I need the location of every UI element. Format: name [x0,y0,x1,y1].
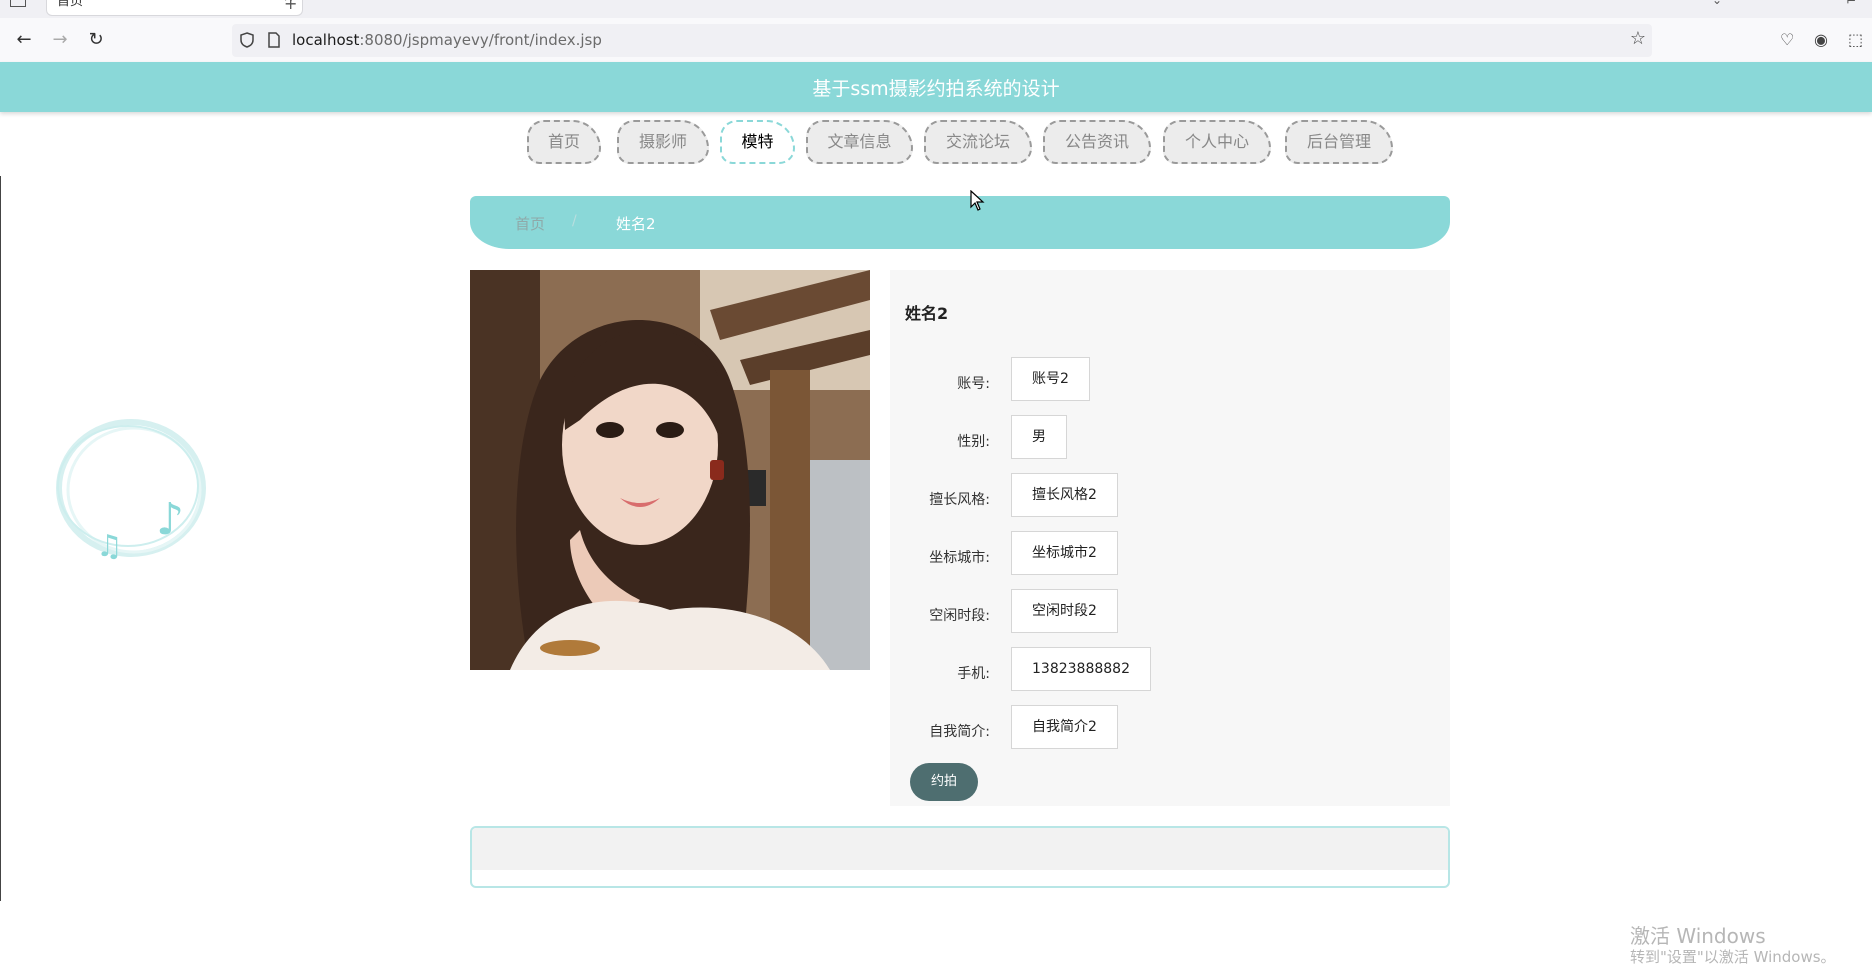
nav-item-model[interactable]: 模特 [720,120,795,164]
model-detail-panel: 姓名2 账号: 账号2 性别: 男 擅长风格: 擅长风格2 坐标城市: 坐标城市… [890,270,1450,806]
browser-tab[interactable]: 首页 × [46,0,303,16]
browser-tab-strip: 首页 × + ⌄ ⌐ [0,0,1872,18]
nav-label: 摄影师 [638,132,687,151]
bottom-content-box [470,826,1450,888]
new-tab-button[interactable]: + [284,0,297,13]
account-icon[interactable]: ◉ [1814,30,1828,49]
address-bar[interactable]: localhost:8080/jspmayevy/front/index.jsp… [232,24,1652,57]
chevron-down-icon[interactable]: ⌄ [1712,0,1722,7]
nav-item-personal-center[interactable]: 个人中心 [1163,120,1271,164]
bookmark-star-icon[interactable]: ☆ [1630,28,1646,49]
nav-label: 首页 [547,132,580,151]
breadcrumb: 首页 / 姓名2 [470,196,1450,249]
breadcrumb-home-link[interactable]: 首页 [515,213,545,234]
back-icon[interactable]: ← [10,26,38,54]
model-photo [470,270,870,670]
breadcrumb-separator: / [572,213,577,229]
nav-item-articles[interactable]: 文章信息 [806,120,913,164]
url-text[interactable]: localhost:8080/jspmayevy/front/index.jsp [292,31,602,49]
nav-label: 文章信息 [827,132,892,151]
phone-label: 手机: [957,666,990,682]
shield-icon[interactable] [240,32,254,48]
city-value: 坐标城市2 [1011,531,1118,575]
nav-item-photographer[interactable]: 摄影师 [617,120,709,164]
style-value: 擅长风格2 [1011,473,1118,517]
city-label: 坐标城市: [929,550,990,566]
bottom-box-header [472,828,1448,870]
nav-label: 后台管理 [1306,132,1371,151]
svg-text:♫: ♫ [96,529,123,562]
free-time-value: 空闲时段2 [1011,589,1118,633]
page-left-border [0,176,1,901]
music-note-icon[interactable]: ♫ ♪ [54,418,208,562]
extensions-icon[interactable]: ⬚ [1848,30,1863,49]
tab-list-icon[interactable] [10,0,26,7]
site-header: 基于ssm摄影约拍系统的设计 [0,62,1872,112]
url-path: :8080/jspmayevy/front/index.jsp [359,31,602,49]
site-title: 基于ssm摄影约拍系统的设计 [812,78,1060,100]
browser-tab-title: 首页 [57,0,84,9]
breadcrumb-current: 姓名2 [616,215,656,233]
free-time-label: 空闲时段: [929,608,990,624]
account-value: 账号2 [1011,357,1090,401]
mouse-cursor-icon [970,190,985,211]
nav-item-announcements[interactable]: 公告资讯 [1043,120,1151,164]
page-info-icon[interactable] [268,32,280,48]
account-label: 账号: [957,376,990,392]
gender-value: 男 [1011,415,1067,459]
nav-item-admin[interactable]: 后台管理 [1285,120,1393,164]
gender-label: 性别: [957,434,990,450]
url-host: localhost [292,31,360,49]
nav-item-forum[interactable]: 交流论坛 [924,120,1032,164]
pocket-icon[interactable]: ♡ [1780,30,1794,49]
model-name: 姓名2 [905,304,949,323]
svg-text:♪: ♪ [156,494,184,545]
windows-activation-watermark: 激活 Windows [1630,924,1766,948]
phone-value: 13823888882 [1011,647,1151,691]
nav-label: 个人中心 [1184,132,1249,151]
intro-label: 自我简介: [929,724,990,740]
nav-item-home[interactable]: 首页 [527,120,601,164]
window-menu-icon[interactable]: ⌐ [1846,0,1856,8]
style-label: 擅长风格: [929,492,990,508]
book-shoot-button[interactable]: 约拍 [910,763,978,801]
reload-icon[interactable]: ↻ [82,26,110,54]
intro-value: 自我简介2 [1011,705,1118,749]
forward-icon[interactable]: → [46,26,74,54]
nav-label: 公告资讯 [1064,132,1129,151]
nav-label: 交流论坛 [945,132,1010,151]
nav-label: 模特 [741,132,774,151]
